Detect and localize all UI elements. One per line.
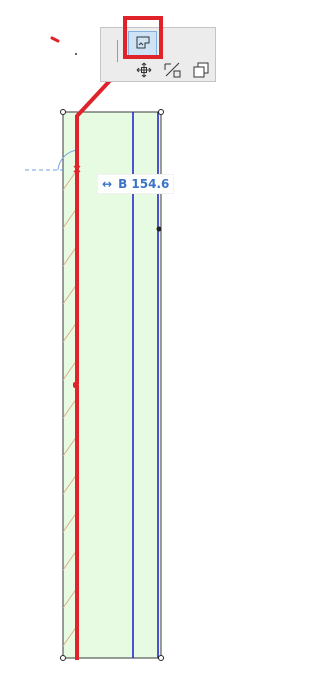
- dimension-arrow-icon: ↔: [102, 177, 113, 191]
- adjust-button[interactable]: [161, 59, 185, 81]
- copy-offset-button[interactable]: [189, 59, 213, 81]
- drawing-canvas[interactable]: [0, 0, 252, 691]
- adjust-icon: [163, 61, 183, 79]
- corner-grip-top-left[interactable]: [60, 109, 66, 115]
- copy-offset-icon: [192, 61, 210, 79]
- corner-grip-top-right[interactable]: [158, 109, 164, 115]
- stray-dot: [75, 53, 77, 55]
- move-button[interactable]: [133, 59, 155, 81]
- dimension-value: 154.6: [131, 177, 170, 191]
- corner-grip-bottom-right[interactable]: [158, 655, 164, 661]
- move-icon: [135, 61, 153, 79]
- dimension-tag[interactable]: ↔ B 154.6: [98, 175, 174, 193]
- stray-mark: [50, 36, 60, 43]
- edge-grip-right[interactable]: [156, 226, 162, 232]
- toolbar-separator: [117, 40, 118, 62]
- corner-grip-bottom-left[interactable]: [60, 655, 66, 661]
- highlight-annotation-box: [123, 16, 163, 59]
- dimension-label: B: [118, 177, 128, 191]
